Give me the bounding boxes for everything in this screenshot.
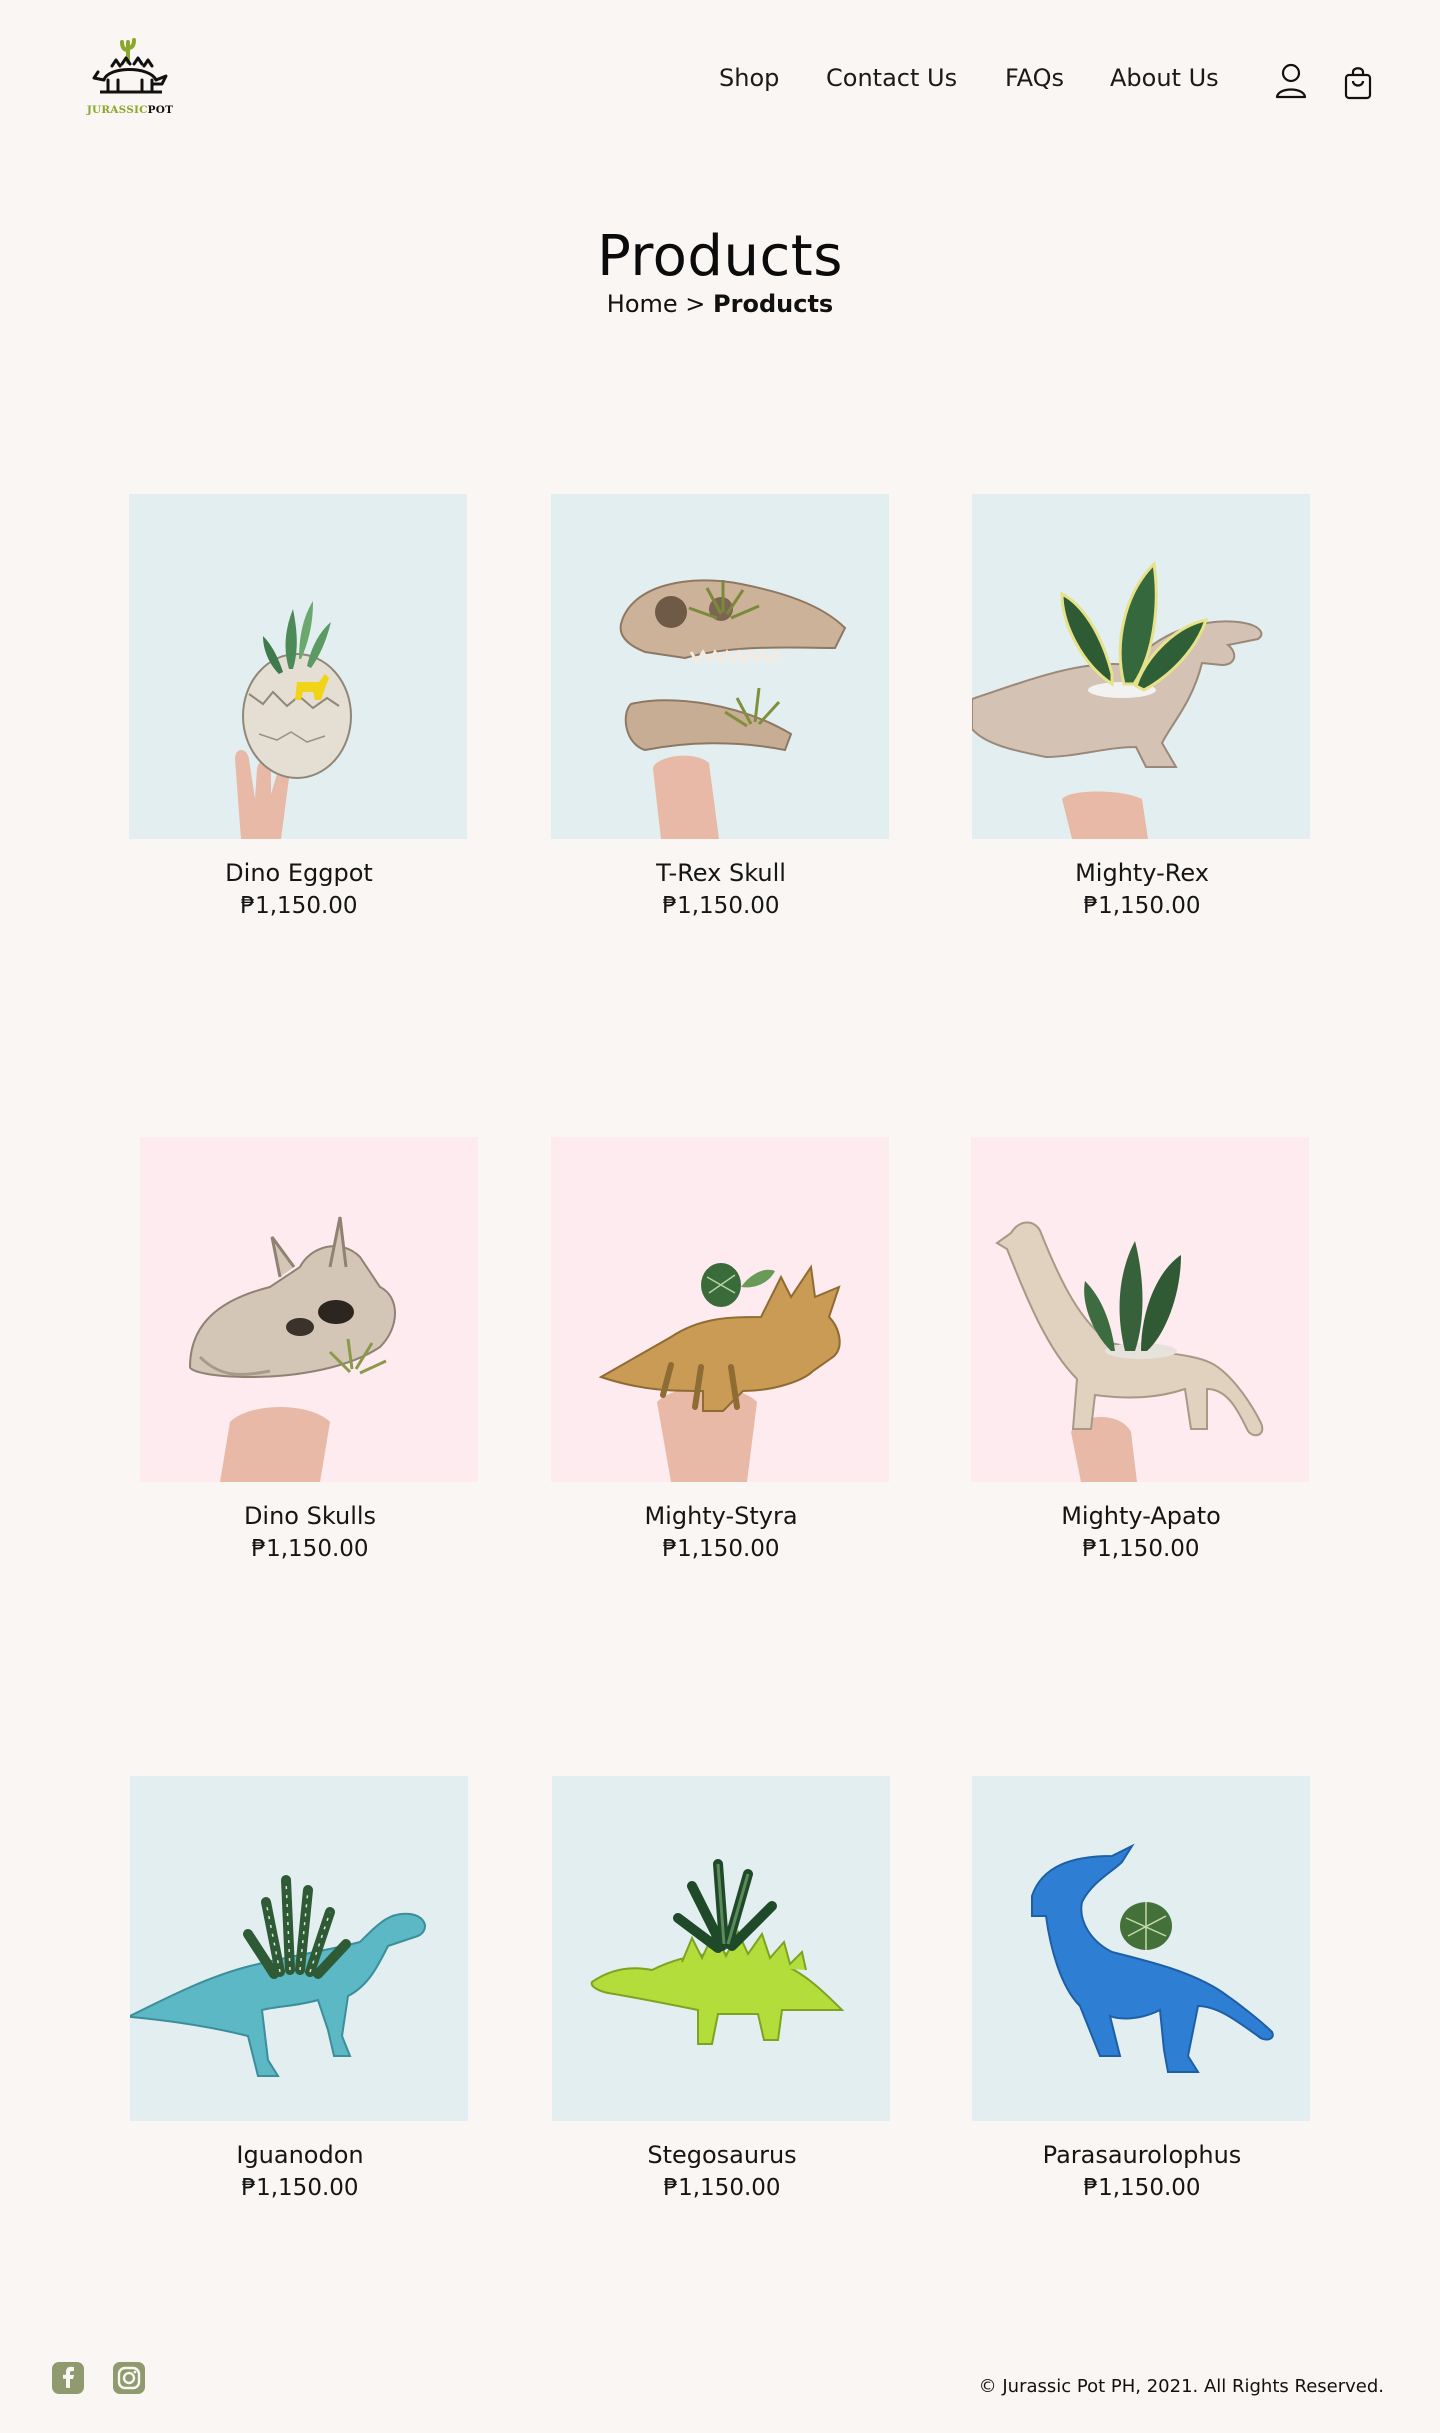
product-card[interactable]: Iguanodon ₱1,150.00 — [130, 1776, 470, 2201]
product-price: ₱1,150.00 — [662, 1536, 780, 1562]
breadcrumb: Home > Products — [0, 290, 1440, 318]
product-price: ₱1,150.00 — [251, 1536, 369, 1562]
product-name[interactable]: Iguanodon — [130, 2141, 470, 2169]
breadcrumb-home[interactable]: Home — [607, 290, 678, 318]
nav-shop[interactable]: Shop — [719, 64, 779, 98]
instagram-icon[interactable] — [113, 2362, 145, 2394]
product-name[interactable]: Dino Eggpot — [129, 859, 469, 887]
product-price: ₱1,150.00 — [662, 893, 780, 919]
breadcrumb-separator: > — [685, 290, 706, 318]
product-price: ₱1,150.00 — [240, 893, 358, 919]
dino-cactus-logo-icon — [92, 38, 168, 94]
product-image[interactable] — [552, 1776, 890, 2121]
facebook-icon[interactable] — [52, 2362, 84, 2394]
product-name[interactable]: Parasaurolophus — [972, 2141, 1312, 2169]
page-title: Products — [597, 224, 843, 289]
nav-faqs[interactable]: FAQs — [1005, 64, 1064, 98]
product-image[interactable] — [551, 1137, 889, 1482]
product-image[interactable] — [551, 494, 889, 839]
brand-logo[interactable]: JURASSICPOT — [86, 36, 174, 124]
user-icon[interactable] — [1274, 63, 1308, 99]
product-price: ₱1,150.00 — [241, 2175, 359, 2201]
page: JURASSICPOT Shop Contact Us FAQs About U… — [0, 0, 1440, 2433]
product-name[interactable]: Stegosaurus — [552, 2141, 892, 2169]
product-name[interactable]: Mighty-Rex — [972, 859, 1312, 887]
product-card[interactable]: Mighty-Rex ₱1,150.00 — [972, 494, 1312, 919]
nav-about-us[interactable]: About Us — [1110, 64, 1219, 98]
copyright-text: © Jurassic Pot PH, 2021. All Rights Rese… — [978, 2376, 1384, 2397]
product-price: ₱1,150.00 — [663, 2175, 781, 2201]
product-card[interactable]: T-Rex Skull ₱1,150.00 — [551, 494, 891, 919]
product-card[interactable]: Dino Eggpot ₱1,150.00 — [129, 494, 469, 919]
product-price: ₱1,150.00 — [1083, 2175, 1201, 2201]
product-image[interactable] — [129, 494, 467, 839]
product-image[interactable] — [971, 1137, 1309, 1482]
breadcrumb-current: Products — [713, 290, 834, 318]
product-name[interactable]: T-Rex Skull — [551, 859, 891, 887]
product-image[interactable] — [972, 494, 1310, 839]
product-card[interactable]: Parasaurolophus ₱1,150.00 — [972, 1776, 1312, 2201]
product-image[interactable] — [140, 1137, 478, 1482]
nav-contact-us[interactable]: Contact Us — [826, 64, 957, 98]
brand-wordmark-part1: JURASSIC — [86, 104, 148, 116]
product-image[interactable] — [130, 1776, 468, 2121]
shopping-bag-icon[interactable] — [1343, 66, 1373, 100]
brand-wordmark: JURASSICPOT — [86, 104, 174, 116]
brand-wordmark-part2: POT — [147, 104, 174, 116]
product-name[interactable]: Mighty-Styra — [551, 1502, 891, 1530]
product-card[interactable]: Mighty-Styra ₱1,150.00 — [551, 1137, 891, 1562]
product-card[interactable]: Stegosaurus ₱1,150.00 — [552, 1776, 892, 2201]
product-card[interactable]: Mighty-Apato ₱1,150.00 — [971, 1137, 1311, 1562]
product-price: ₱1,150.00 — [1083, 893, 1201, 919]
product-price: ₱1,150.00 — [1082, 1536, 1200, 1562]
product-name[interactable]: Dino Skulls — [140, 1502, 480, 1530]
product-card[interactable]: Dino Skulls ₱1,150.00 — [140, 1137, 480, 1562]
product-name[interactable]: Mighty-Apato — [971, 1502, 1311, 1530]
product-image[interactable] — [972, 1776, 1310, 2121]
